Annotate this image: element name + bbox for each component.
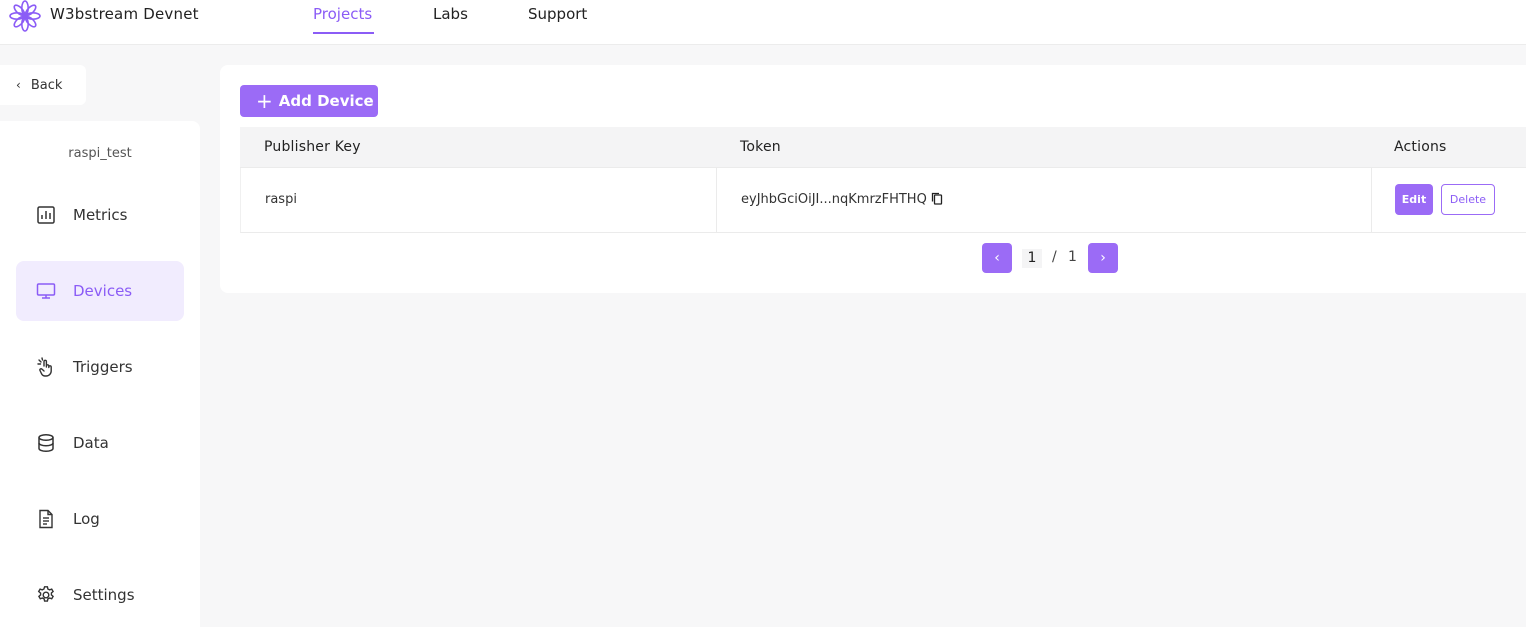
database-icon <box>36 433 56 453</box>
devices-table: Publisher Key Token Actions raspi eyJhbG… <box>240 127 1526 233</box>
table-header: Publisher Key Token Actions <box>240 127 1526 168</box>
page-separator: / <box>1052 249 1057 265</box>
sidebar-item-data[interactable]: Data <box>16 413 184 473</box>
publisher-key-cell: raspi <box>265 192 297 207</box>
column-header-actions: Actions <box>1394 139 1447 155</box>
column-divider <box>1371 168 1372 233</box>
sidebar: raspi_test Metrics Devices Triggers Data… <box>0 121 200 627</box>
bar-chart-icon <box>36 205 56 225</box>
add-device-label: Add Device <box>278 92 374 110</box>
sidebar-item-metrics[interactable]: Metrics <box>16 185 184 245</box>
w3bstream-logo-icon[interactable] <box>8 0 42 32</box>
total-pages: 1 <box>1068 249 1077 265</box>
chevron-left-icon: ‹ <box>994 250 1000 266</box>
sidebar-item-triggers[interactable]: Triggers <box>16 337 184 397</box>
column-header-token: Token <box>740 139 781 155</box>
back-button[interactable]: ‹ Back <box>0 65 86 105</box>
column-header-publisher-key: Publisher Key <box>264 139 361 155</box>
plus-icon: + <box>256 89 273 113</box>
column-divider <box>716 168 717 233</box>
nav-support[interactable]: Support <box>528 5 587 23</box>
sidebar-item-log[interactable]: Log <box>16 489 184 549</box>
chevron-right-icon: › <box>1100 250 1106 266</box>
project-name: raspi_test <box>68 146 132 161</box>
token-cell: eyJhbGciOiJI...nqKmrzFHTHQ <box>741 192 943 207</box>
sidebar-item-label: Settings <box>73 586 135 604</box>
next-page-button[interactable]: › <box>1088 243 1118 273</box>
chevron-left-icon: ‹ <box>16 78 21 92</box>
monitor-icon <box>36 281 56 301</box>
top-header: W3bstream Devnet Projects Labs Support <box>0 0 1526 45</box>
edit-button[interactable]: Edit <box>1395 184 1433 215</box>
current-page[interactable]: 1 <box>1022 249 1042 268</box>
table-row: raspi eyJhbGciOiJI...nqKmrzFHTHQ Edit De… <box>240 168 1526 233</box>
back-label: Back <box>30 77 63 93</box>
devices-card: + Add Device Publisher Key Token Actions… <box>220 65 1526 293</box>
sidebar-item-settings[interactable]: Settings <box>16 565 184 625</box>
sidebar-item-label: Metrics <box>73 206 128 224</box>
sidebar-item-label: Log <box>73 510 100 528</box>
add-device-button[interactable]: + Add Device <box>240 85 378 117</box>
sidebar-item-devices[interactable]: Devices <box>16 261 184 321</box>
token-value: eyJhbGciOiJI...nqKmrzFHTHQ <box>741 192 927 207</box>
gear-icon <box>36 585 56 605</box>
tap-hand-icon <box>36 357 56 377</box>
copy-icon[interactable] <box>931 192 943 205</box>
nav-projects[interactable]: Projects <box>313 5 372 23</box>
sidebar-item-label: Devices <box>73 282 133 300</box>
previous-page-button[interactable]: ‹ <box>982 243 1012 273</box>
brand-name: W3bstream Devnet <box>50 5 199 23</box>
document-icon <box>36 509 56 529</box>
sidebar-item-label: Triggers <box>73 358 133 376</box>
nav-labs[interactable]: Labs <box>433 5 468 23</box>
sidebar-item-label: Data <box>73 434 109 452</box>
delete-button[interactable]: Delete <box>1441 184 1495 215</box>
nav-active-underline <box>313 32 374 34</box>
